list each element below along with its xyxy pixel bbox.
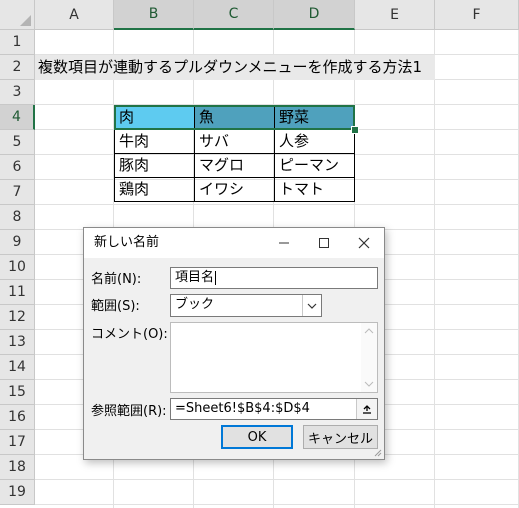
gridline — [35, 204, 519, 205]
collapse-dialog-icon — [363, 405, 371, 414]
row-header-15[interactable]: 15 — [0, 380, 35, 405]
row-header-14[interactable]: 14 — [0, 355, 35, 380]
comment-label: コメント(O): — [91, 327, 168, 342]
select-all-triangle-icon — [20, 15, 31, 26]
text-cursor — [215, 270, 217, 285]
column-header-f[interactable]: F — [435, 0, 519, 30]
scope-label: 範囲(S): — [91, 299, 140, 314]
scroll-up-icon — [364, 328, 374, 334]
table-cell[interactable]: トマト — [274, 177, 355, 202]
gridline — [35, 479, 519, 480]
column-header-b[interactable]: B — [114, 0, 194, 30]
row-header-19[interactable]: 19 — [0, 480, 35, 505]
comment-scrollbar[interactable] — [361, 323, 377, 392]
dialog-titlebar[interactable]: 新しい名前 — [84, 228, 384, 258]
close-icon — [358, 237, 370, 249]
row-header-1[interactable]: 1 — [0, 30, 35, 55]
sheet-title-cell[interactable]: 複数項目が連動するプルダウンメニューを作成する方法1 — [38, 55, 422, 80]
table-cell[interactable]: ピーマン — [274, 153, 355, 178]
row-header-10[interactable]: 10 — [0, 255, 35, 280]
table-cell[interactable]: 牛肉 — [114, 129, 195, 154]
row-header-2[interactable]: 2 — [0, 55, 35, 80]
row-header-6[interactable]: 6 — [0, 155, 35, 180]
scope-select[interactable]: ブック — [170, 294, 322, 317]
column-header-c[interactable]: C — [194, 0, 274, 30]
row-header-18[interactable]: 18 — [0, 455, 35, 480]
row-header-13[interactable]: 13 — [0, 330, 35, 355]
ok-button[interactable]: OK — [221, 425, 293, 449]
chevron-down-icon — [307, 303, 317, 309]
column-header-a[interactable]: A — [35, 0, 114, 30]
cancel-button[interactable]: キャンセル — [303, 425, 378, 449]
resize-grip-icon[interactable] — [372, 447, 382, 457]
minimize-button[interactable] — [264, 228, 304, 258]
scroll-down-icon — [364, 381, 374, 387]
close-button[interactable] — [344, 228, 384, 258]
scope-dropdown-button[interactable] — [302, 295, 321, 316]
row-header-4[interactable]: 4 — [0, 105, 35, 130]
fill-handle[interactable] — [351, 126, 359, 134]
refers-to-input[interactable]: =Sheet6!$B$4:$D$4 — [170, 398, 378, 420]
row-header-16[interactable]: 16 — [0, 405, 35, 430]
row-header-17[interactable]: 17 — [0, 430, 35, 455]
select-all-button[interactable] — [0, 0, 35, 30]
row-header-3[interactable]: 3 — [0, 80, 35, 105]
dialog-title: 新しい名前 — [94, 235, 160, 250]
name-input-value: 項目名 — [175, 270, 215, 285]
table-cell[interactable]: サバ — [194, 129, 275, 154]
column-header-e[interactable]: E — [355, 0, 435, 30]
row-header-8[interactable]: 8 — [0, 205, 35, 230]
name-input[interactable]: 項目名 — [170, 267, 378, 289]
table-cell[interactable]: 豚肉 — [114, 153, 195, 178]
selection-range — [114, 105, 355, 130]
comment-textarea[interactable] — [170, 322, 378, 393]
gridline — [35, 504, 519, 505]
row-header-12[interactable]: 12 — [0, 305, 35, 330]
maximize-icon — [319, 238, 329, 248]
spreadsheet: A B C D E F 1 2 3 4 5 6 7 8 9 10 11 12 1… — [0, 0, 519, 508]
scope-select-value: ブック — [175, 297, 215, 312]
column-header-d[interactable]: D — [274, 0, 355, 30]
new-name-dialog: 新しい名前 名前(N): 項目名 範囲(S): ブック コメント(O): 参照範… — [83, 227, 385, 460]
collapse-dialog-button[interactable] — [356, 399, 377, 419]
table-cell[interactable]: イワシ — [194, 177, 275, 202]
row-header-11[interactable]: 11 — [0, 280, 35, 305]
table-cell[interactable]: 鶏肉 — [114, 177, 195, 202]
name-label: 名前(N): — [91, 272, 142, 287]
refers-to-label: 参照範囲(R): — [91, 404, 167, 419]
minimize-icon — [279, 242, 289, 244]
table-cell[interactable]: 人参 — [274, 129, 355, 154]
row-header-9[interactable]: 9 — [0, 230, 35, 255]
gridline — [434, 30, 435, 508]
row-header-5[interactable]: 5 — [0, 130, 35, 155]
refers-to-value: =Sheet6!$B$4:$D$4 — [175, 401, 310, 416]
row-header-7[interactable]: 7 — [0, 180, 35, 205]
maximize-button[interactable] — [304, 228, 344, 258]
table-cell[interactable]: マグロ — [194, 153, 275, 178]
